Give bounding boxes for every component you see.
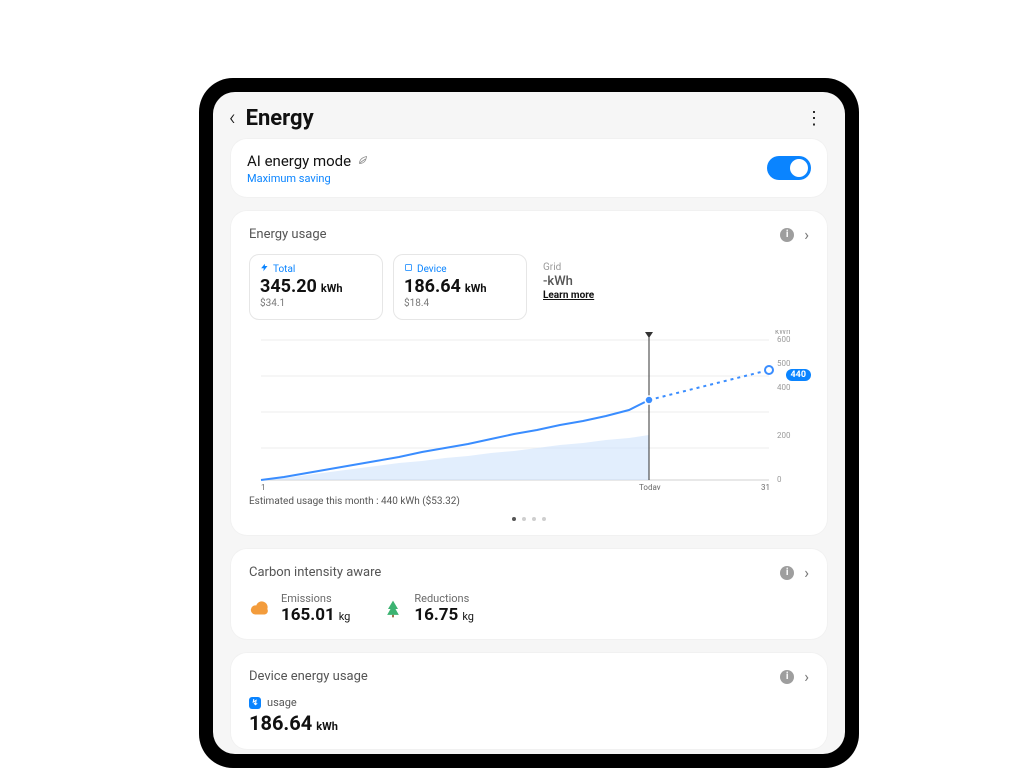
svg-text:0: 0 bbox=[777, 475, 782, 484]
cloud-icon bbox=[249, 598, 271, 620]
reductions-label: Reductions bbox=[414, 592, 474, 605]
emissions-unit: kg bbox=[339, 610, 351, 623]
usage-badge-icon: ↯ bbox=[249, 697, 261, 709]
screen: ‹ Energy ⋮ AI energy mode Maximum saving bbox=[213, 92, 845, 754]
content: AI energy mode Maximum saving Energy usa… bbox=[213, 139, 845, 754]
energy-usage-header[interactable]: Energy usage i › bbox=[249, 225, 809, 244]
usage-chart: 600 500 400 200 0 kWh bbox=[249, 330, 809, 490]
device-usage-unit: kWh bbox=[316, 720, 338, 733]
svg-text:400: 400 bbox=[777, 383, 791, 392]
more-menu-button[interactable]: ⋮ bbox=[805, 108, 827, 129]
svg-text:200: 200 bbox=[777, 431, 791, 440]
device-icon bbox=[404, 263, 413, 275]
carbon-header[interactable]: Carbon intensity aware i › bbox=[249, 563, 809, 582]
tile-grid[interactable]: Grid -kWh Learn more bbox=[537, 254, 665, 320]
chevron-right-icon[interactable]: › bbox=[804, 225, 809, 244]
tile-total-value: 345.20 bbox=[260, 276, 317, 297]
device-usage-title: Device energy usage bbox=[249, 669, 780, 684]
ai-mode-toggle[interactable] bbox=[767, 156, 811, 180]
tile-total-unit: kWh bbox=[321, 282, 343, 295]
carbon-reductions: Reductions 16.75 kg bbox=[382, 592, 474, 625]
chevron-right-icon[interactable]: › bbox=[804, 563, 809, 582]
svg-text:31: 31 bbox=[761, 483, 770, 490]
emissions-value: 165.01 bbox=[281, 605, 335, 625]
tablet-frame: ‹ Energy ⋮ AI energy mode Maximum saving bbox=[199, 78, 859, 768]
tile-grid-value: -kWh bbox=[543, 274, 573, 289]
carbon-title: Carbon intensity aware bbox=[249, 565, 780, 580]
reductions-value: 16.75 bbox=[414, 605, 458, 625]
chart-today-label: Today bbox=[639, 483, 661, 490]
info-icon[interactable]: i bbox=[780, 670, 794, 684]
ai-energy-mode-card[interactable]: AI energy mode Maximum saving bbox=[231, 139, 827, 197]
device-usage-label: usage bbox=[267, 696, 297, 709]
energy-usage-title: Energy usage bbox=[249, 227, 780, 242]
back-button[interactable]: ‹ bbox=[229, 106, 236, 131]
tile-device[interactable]: Device 186.64 kWh $18.4 bbox=[393, 254, 527, 320]
usage-tiles: Total 345.20 kWh $34.1 D bbox=[249, 254, 809, 320]
page-indicator[interactable] bbox=[249, 517, 809, 521]
estimate-line: Estimated usage this month : 440 kWh ($5… bbox=[249, 496, 809, 507]
device-usage-header[interactable]: Device energy usage i › bbox=[249, 667, 809, 686]
info-icon[interactable]: i bbox=[780, 566, 794, 580]
ai-mode-texts: AI energy mode Maximum saving bbox=[247, 151, 369, 185]
tile-device-unit: kWh bbox=[465, 282, 487, 295]
tile-grid-label: Grid bbox=[543, 262, 561, 273]
info-icon[interactable]: i bbox=[780, 228, 794, 242]
tile-device-sub: $18.4 bbox=[404, 298, 516, 309]
projection-pill: 440 bbox=[786, 362, 812, 381]
app-header: ‹ Energy ⋮ bbox=[213, 92, 845, 139]
tile-device-label: Device bbox=[417, 264, 447, 275]
energy-usage-card: Energy usage i › Total 345.20 bbox=[231, 211, 827, 535]
chart-svg: 600 500 400 200 0 kWh bbox=[249, 330, 809, 490]
carbon-card: Carbon intensity aware i › Emissions 165… bbox=[231, 549, 827, 639]
tile-total-sub: $34.1 bbox=[260, 298, 372, 309]
leaf-icon bbox=[357, 151, 369, 170]
tile-total[interactable]: Total 345.20 kWh $34.1 bbox=[249, 254, 383, 320]
tree-icon bbox=[382, 598, 404, 620]
chevron-right-icon[interactable]: › bbox=[804, 667, 809, 686]
ai-mode-subtitle: Maximum saving bbox=[247, 172, 369, 185]
page-title: Energy bbox=[246, 106, 805, 131]
emissions-label: Emissions bbox=[281, 592, 350, 605]
tile-grid-learn-more[interactable]: Learn more bbox=[543, 290, 655, 301]
device-usage-value: 186.64 bbox=[249, 711, 312, 735]
ai-mode-title: AI energy mode bbox=[247, 152, 351, 170]
reductions-unit: kg bbox=[462, 610, 474, 623]
chart-unit-label: kWh bbox=[775, 330, 791, 336]
tile-total-label: Total bbox=[273, 264, 295, 275]
svg-text:1: 1 bbox=[261, 483, 266, 490]
svg-text:600: 600 bbox=[777, 335, 791, 344]
device-usage-card: Device energy usage i › ↯ usage 186.64 k… bbox=[231, 653, 827, 749]
carbon-emissions: Emissions 165.01 kg bbox=[249, 592, 350, 625]
bolt-icon bbox=[260, 263, 269, 275]
tile-device-value: 186.64 bbox=[404, 276, 461, 297]
